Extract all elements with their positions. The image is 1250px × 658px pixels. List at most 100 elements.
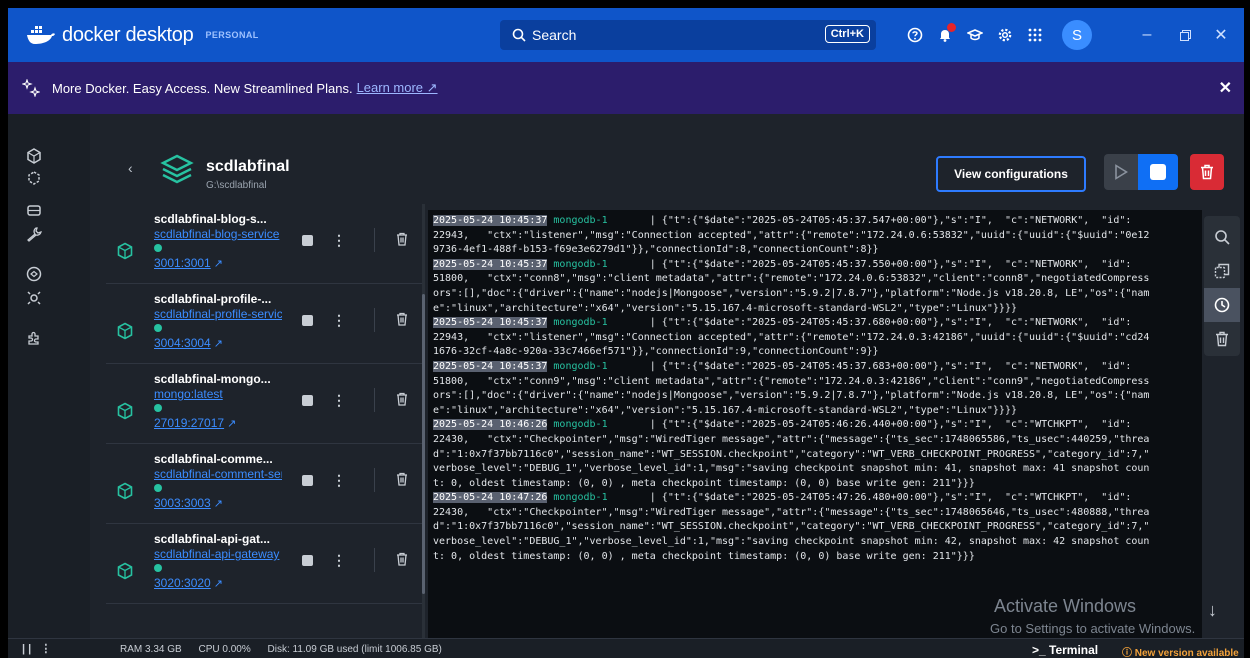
container-row-4[interactable]: scdlabfinal-api-gat... scdlabfinal-api-g… <box>106 524 422 604</box>
divider <box>374 548 375 572</box>
left-nav <box>8 114 90 638</box>
close-window-button[interactable]: ✕ <box>1204 8 1238 62</box>
log-service-name: mongodb-1 <box>547 492 608 504</box>
log-entry: 2025-05-24 10:46:26 mongodb-1 | {"t":{"$… <box>433 418 1197 491</box>
maximize-button[interactable] <box>1168 8 1202 62</box>
new-version-link[interactable]: ⓘ New version available <box>1122 644 1239 658</box>
back-chevron-icon[interactable]: ‹ <box>128 160 133 176</box>
settings-button[interactable] <box>990 20 1020 50</box>
docker-hub-icon[interactable] <box>26 266 42 282</box>
search-bar[interactable]: Search Ctrl+K <box>500 20 876 50</box>
port-link[interactable]: 3001:3001 ↗ <box>154 256 223 270</box>
container-image-link[interactable]: scdlabfinal-blog-service <box>154 227 282 241</box>
port-link[interactable]: 27019:27017 ↗ <box>154 416 236 430</box>
minimize-icon: – <box>1142 26 1152 43</box>
container-image-link[interactable]: mongo:latest <box>154 387 282 401</box>
log-entry: 2025-05-24 10:47:26 mongodb-1 | {"t":{"$… <box>433 491 1197 564</box>
project-header: ‹ scdlabfinal G:\scdlabfinal View config… <box>90 114 1244 204</box>
port-link[interactable]: 3003:3003 ↗ <box>154 496 223 510</box>
learn-more-link[interactable]: Learn more ↗ <box>357 80 438 96</box>
log-line: ors":[],"doc":{"driver":{"name":"nodejs|… <box>433 287 1150 299</box>
trash-icon[interactable] <box>396 472 408 486</box>
trash-icon[interactable] <box>396 392 408 406</box>
brand[interactable]: docker desktop PERSONAL <box>26 24 259 47</box>
divider <box>374 388 375 412</box>
port-label: 3001:3001 <box>154 256 211 270</box>
search-label: Search <box>532 27 577 43</box>
timestamps-toggle[interactable] <box>1204 288 1240 322</box>
scout-icon[interactable] <box>26 290 42 306</box>
container-row-2[interactable]: scdlabfinal-mongo... mongo:latest 27019:… <box>106 364 422 444</box>
container-cube-icon <box>117 322 133 340</box>
container-cube-icon <box>117 402 133 420</box>
container-stop-button[interactable] <box>302 555 313 566</box>
more-options-icon[interactable]: ⋮ <box>332 232 346 249</box>
volumes-icon[interactable] <box>26 202 42 218</box>
terminal-button[interactable]: >_ Terminal <box>1032 643 1098 657</box>
port-link[interactable]: 3020:3020 ↗ <box>154 576 223 590</box>
container-cube-icon <box>117 562 133 580</box>
container-image-link[interactable]: scdlabfinal-api-gateway <box>154 547 282 561</box>
top-icons: S <box>900 8 1092 62</box>
container-image-link[interactable]: scdlabfinal-comment-service <box>154 467 282 481</box>
learning-center-button[interactable] <box>960 20 990 50</box>
extensions-icon[interactable] <box>26 330 42 346</box>
log-line: d":"1:0x7f37bb7116c0","session_name":"WT… <box>433 521 1150 533</box>
container-image-link[interactable]: scdlabfinal-profile-service <box>154 307 282 321</box>
images-icon[interactable] <box>26 170 42 186</box>
trash-icon[interactable] <box>396 232 408 246</box>
copy-logs-button[interactable] <box>1204 254 1240 288</box>
more-options-icon[interactable]: ⋮ <box>332 552 346 569</box>
start-button[interactable] <box>1104 154 1138 190</box>
status-bar: | | ⋮ RAM 3.34 GB CPU 0.00% Disk: 11.09 … <box>8 638 1244 658</box>
banner-close-button[interactable]: ✕ <box>1219 78 1232 98</box>
container-name: scdlabfinal-blog-s... <box>154 212 267 226</box>
minimize-button[interactable]: – <box>1130 8 1164 62</box>
more-options-icon[interactable]: ⋮ <box>332 392 346 409</box>
engine-status-icon[interactable]: | | ⋮ <box>22 642 51 655</box>
view-configurations-button[interactable]: View configurations <box>936 156 1086 192</box>
stop-button[interactable] <box>1138 154 1178 190</box>
compose-stack-icon <box>160 154 194 184</box>
log-viewer[interactable]: 2025-05-24 10:45:37 mongodb-1 | {"t":{"$… <box>428 210 1202 638</box>
list-scrollbar[interactable] <box>422 204 425 638</box>
scroll-to-bottom-icon[interactable]: ↓ <box>1208 600 1217 621</box>
search-shortcut: Ctrl+K <box>824 25 870 43</box>
help-button[interactable] <box>900 20 930 50</box>
builds-icon[interactable] <box>26 226 42 242</box>
external-link-icon: ↗ <box>227 418 237 430</box>
scrollbar-thumb[interactable] <box>422 294 425 594</box>
extensions-grid-button[interactable] <box>1020 20 1050 50</box>
port-label: 3003:3003 <box>154 496 211 510</box>
container-cube-icon <box>117 242 133 260</box>
container-stop-button[interactable] <box>302 235 313 246</box>
clear-logs-button[interactable] <box>1204 322 1240 356</box>
log-line: | {"t":{"$date":"2025-05-24T05:45:37.683… <box>607 360 1132 372</box>
container-name: scdlabfinal-comme... <box>154 452 273 466</box>
trash-icon[interactable] <box>396 312 408 326</box>
trash-icon[interactable] <box>396 552 408 566</box>
log-line: 1676-32cf-4a8c-920a-33c7466ef571"}},"con… <box>433 346 879 358</box>
avatar[interactable]: S <box>1062 20 1092 50</box>
port-label: 27019:27017 <box>154 416 225 430</box>
container-stop-button[interactable] <box>302 315 313 326</box>
more-options-icon[interactable]: ⋮ <box>332 312 346 329</box>
more-options-icon[interactable]: ⋮ <box>332 472 346 489</box>
plan-tier: PERSONAL <box>205 30 259 40</box>
container-row-0[interactable]: scdlabfinal-blog-s... scdlabfinal-blog-s… <box>106 204 422 284</box>
container-name: scdlabfinal-api-gat... <box>154 532 271 546</box>
port-link[interactable]: 3004:3004 ↗ <box>154 336 223 350</box>
container-row-3[interactable]: scdlabfinal-comme... scdlabfinal-comment… <box>106 444 422 524</box>
log-line: | {"t":{"$date":"2025-05-24T05:45:37.547… <box>607 215 1132 226</box>
container-row-1[interactable]: scdlabfinal-profile-... scdlabfinal-prof… <box>106 284 422 364</box>
notifications-button[interactable] <box>930 20 960 50</box>
container-stop-button[interactable] <box>302 475 313 486</box>
container-stop-button[interactable] <box>302 395 313 406</box>
brand-name: docker desktop <box>62 23 194 46</box>
project-path: G:\scdlabfinal <box>206 180 267 191</box>
log-search-button[interactable] <box>1204 220 1240 254</box>
play-icon <box>1115 164 1128 180</box>
delete-project-button[interactable] <box>1190 154 1224 190</box>
containers-icon[interactable] <box>26 148 42 164</box>
log-entry: 2025-05-24 10:45:37 mongodb-1 | {"t":{"$… <box>433 360 1197 418</box>
